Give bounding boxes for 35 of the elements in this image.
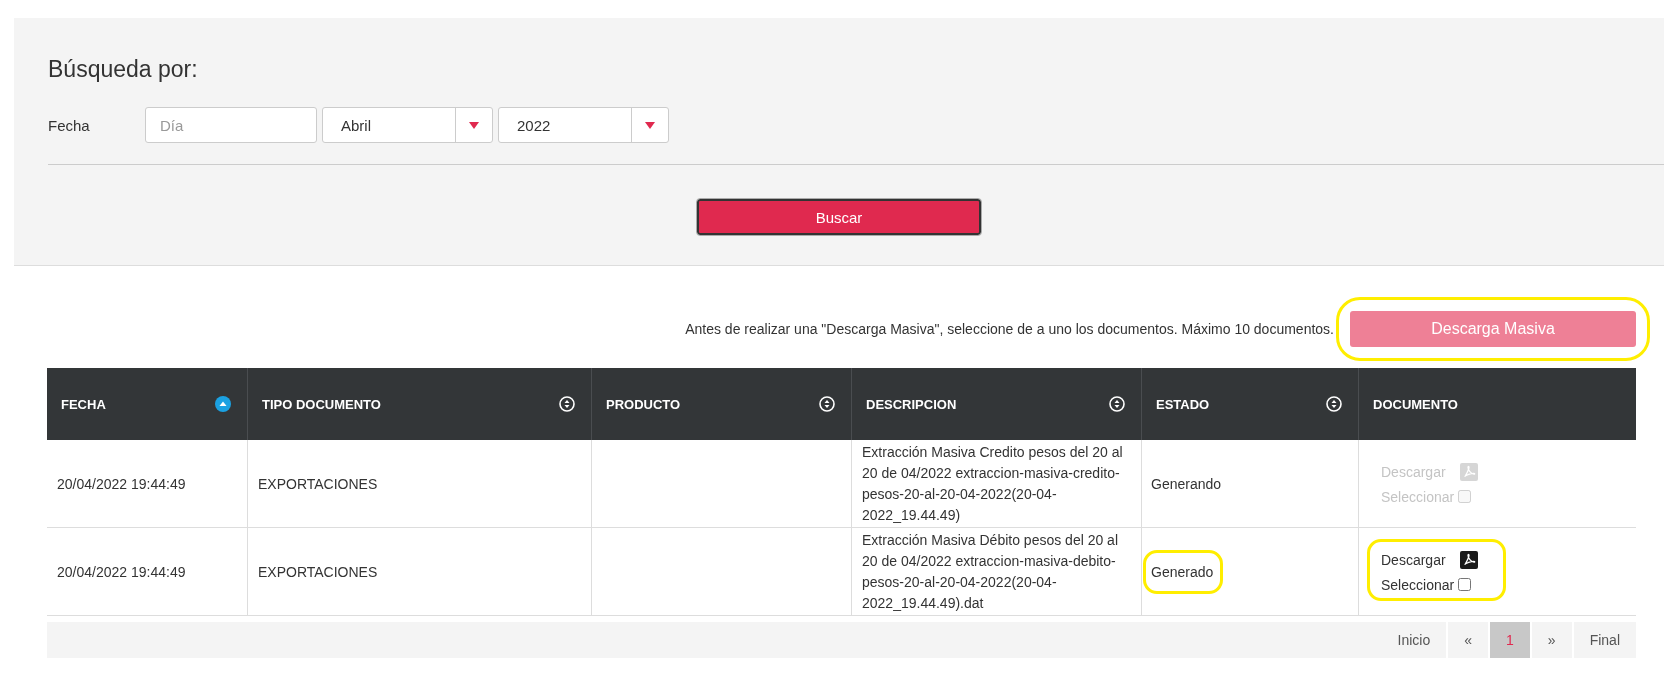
document-type-cell: EXPORTACIONES: [258, 563, 378, 580]
caret-icon: [645, 121, 655, 129]
status-cell: Generado: [1151, 563, 1214, 580]
sort-icon[interactable]: [559, 396, 575, 412]
caret-icon: [469, 121, 479, 129]
description-cell-text: Extracción Masiva Débito pesos del 20 al 20 de 04/2022 extraccion-masiva-debito-pesos-20-al-20-04-2022(20-04-2022_19.44.49).dat: [862, 530, 1120, 613]
sort-icon[interactable]: [1109, 396, 1125, 412]
select-checkbox[interactable]: [1458, 578, 1472, 591]
column-header[interactable]: DESCRIPCION: [851, 368, 1141, 440]
year-select[interactable]: 2022: [498, 107, 669, 143]
description-cell-text: Extracción Masiva Credito pesos del 20 al 20 de 04/2022 extraccion-masiva-credito-pesos-20-al-20-04-2022(20-04-2022_19.44.49): [862, 442, 1124, 525]
select-label[interactable]: Seleccionar: [1381, 576, 1455, 593]
day-field[interactable]: Día: [145, 107, 317, 143]
month-select[interactable]: Abril: [322, 107, 493, 143]
column-header[interactable]: PRODUCTO: [591, 368, 851, 440]
date-label: Fecha: [48, 116, 91, 134]
pagination-link[interactable]: »: [1529, 622, 1572, 658]
search-title: Búsqueda por:: [48, 55, 199, 83]
date-cell: 20/04/2022 19:44:49: [57, 563, 186, 580]
column-header[interactable]: DOCUMENTO: [1358, 368, 1636, 440]
pagination-link[interactable]: Inicio: [1381, 622, 1447, 658]
date-cell: 20/04/2022 19:44:49: [57, 475, 186, 492]
bulk-download-note: Antes de realizar una "Descarga Masiva", seleccione de a uno los documentos. Máximo 10 documentos.: [685, 321, 1334, 337]
search-button[interactable]: Buscar: [697, 199, 981, 235]
document-type-cell: EXPORTACIONES: [258, 475, 378, 492]
pagination-link[interactable]: Final: [1571, 622, 1636, 658]
column-header[interactable]: FECHA: [47, 368, 247, 440]
sort-icon[interactable]: [1326, 396, 1342, 412]
sort-ascending-icon[interactable]: [215, 396, 231, 412]
download-link[interactable]: Descargar: [1381, 551, 1446, 568]
pdf-icon[interactable]: [1459, 550, 1478, 569]
status-cell: Generando: [1151, 475, 1222, 492]
column-header[interactable]: TIPO DOCUMENTO: [247, 368, 591, 440]
sort-icon[interactable]: [819, 396, 835, 412]
column-header[interactable]: ESTADO: [1141, 368, 1358, 440]
